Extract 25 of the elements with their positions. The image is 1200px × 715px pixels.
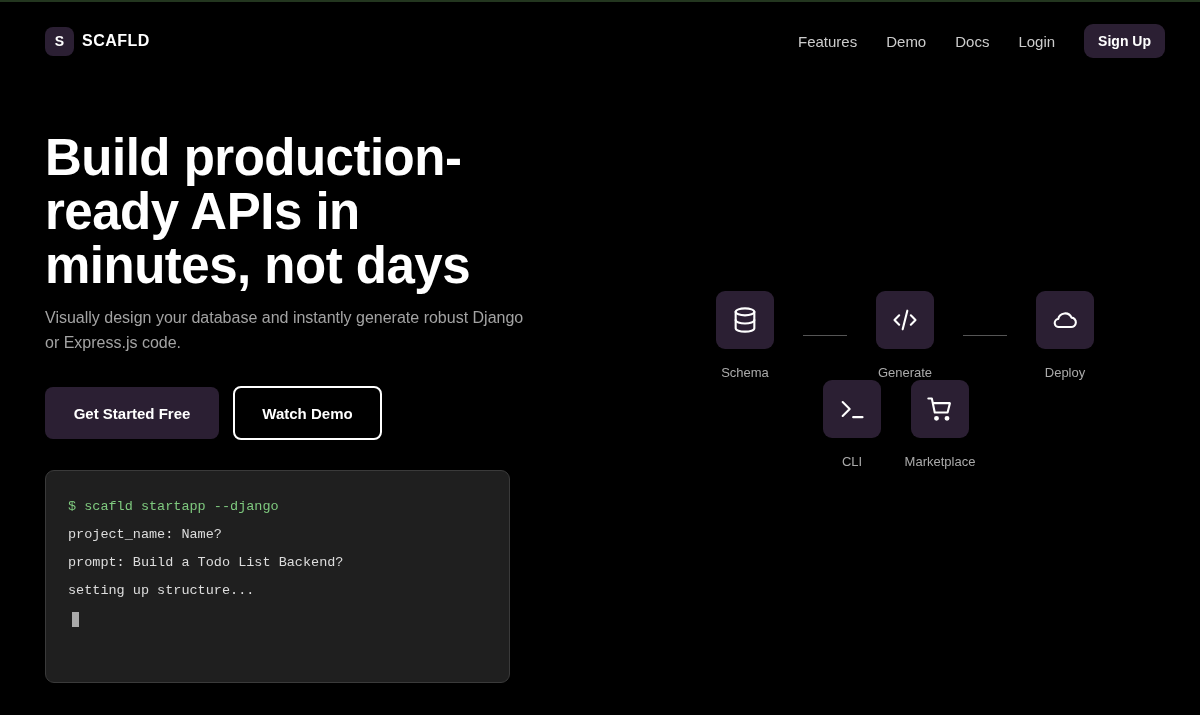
nav-link[interactable]: Docs [955,32,990,50]
database-icon[interactable] [716,291,774,349]
code-icon[interactable] [876,291,934,349]
logo-mark: S [45,26,74,56]
terminal-line: setting up structure... [68,582,255,600]
hero-subtitle: Visually design your database and instantly generate robust Django or Express.js code. [45,308,525,353]
nav-link[interactable]: Features [798,32,858,50]
tool-label: Marketplace [904,454,976,469]
terminal-line: project_name: Name? [68,526,222,544]
step-label: Schema [721,365,769,380]
get-started-button[interactable]: Get Started Free [45,387,219,439]
cart-icon[interactable] [911,380,969,438]
nav-link[interactable]: Demo [886,32,927,50]
terminal-icon[interactable] [823,380,881,438]
step-label: Generate [877,365,933,380]
terminal-line: prompt: Build a Todo List Backend? [68,554,344,572]
sign-up-button[interactable]: Sign Up [1084,24,1165,58]
cloud-icon[interactable] [1036,291,1094,349]
step-label: Deploy [1044,365,1086,380]
watch-demo-button[interactable]: Watch Demo [233,386,382,440]
hero-title: Build production-ready APIs in minutes, not days [45,131,472,293]
tool-label: CLI [841,454,863,469]
terminal-line: $ scafld startapp --django [68,498,279,516]
brand-name: SCAFLD [82,32,150,50]
nav-link[interactable]: Login [1018,32,1056,50]
